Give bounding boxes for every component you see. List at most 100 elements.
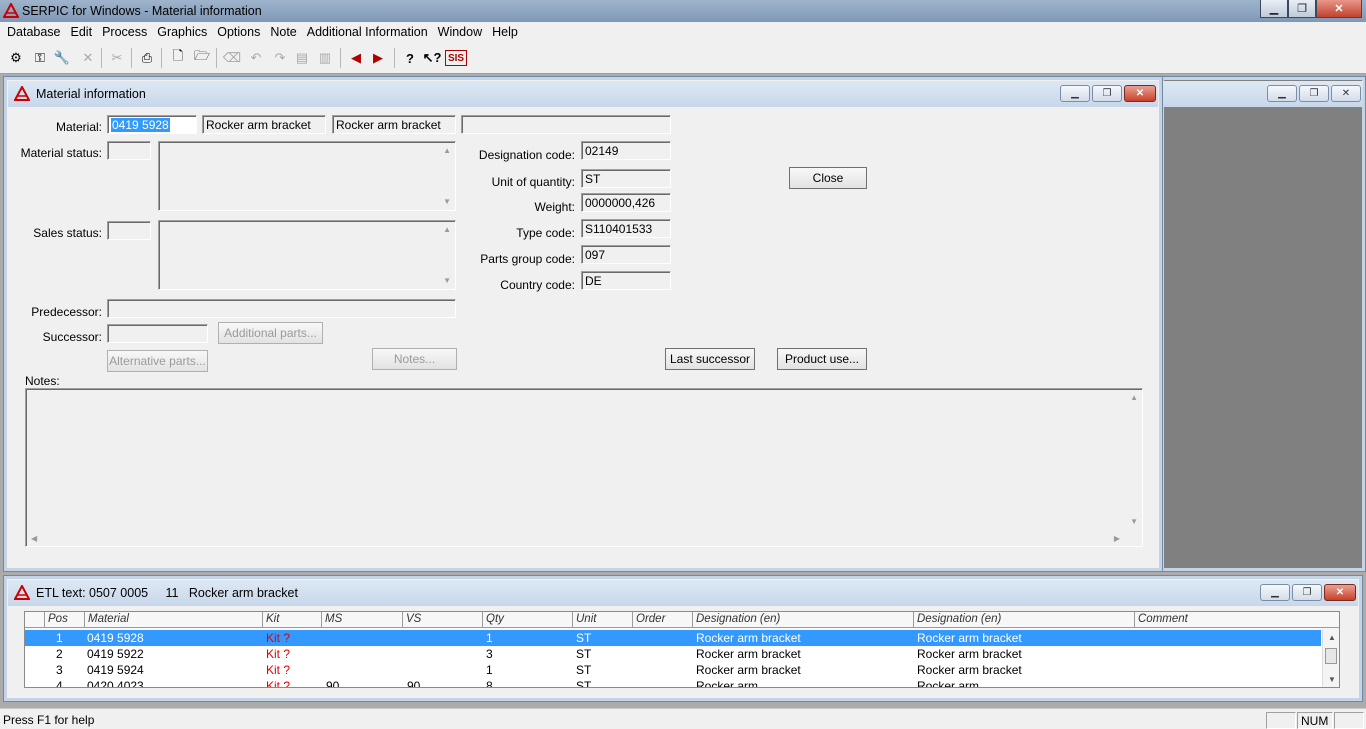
scroll-right-icon[interactable]: ▶ xyxy=(1114,534,1120,543)
close-dialog-button[interactable]: Close xyxy=(789,167,867,189)
close-button[interactable]: ✕ xyxy=(1316,0,1362,18)
material-input[interactable]: 0419 5928 xyxy=(107,115,197,134)
column-header-kit[interactable]: Kit xyxy=(263,612,322,628)
menu-graphics[interactable]: Graphics xyxy=(152,22,212,42)
material-window-controls: ▁ ❐ ✕ xyxy=(1060,85,1156,102)
designation-code-label: Designation code: xyxy=(478,148,575,162)
maximize-button[interactable]: ❐ xyxy=(1288,0,1316,18)
menu-edit[interactable]: Edit xyxy=(66,22,98,42)
last-successor-button[interactable]: Last successor xyxy=(665,348,755,370)
column-header-order[interactable]: Order xyxy=(633,612,693,628)
cell-unit: ST xyxy=(576,663,592,677)
column-header-ms[interactable]: MS xyxy=(322,612,403,628)
menu-bar: Database Edit Process Graphics Options N… xyxy=(0,22,1366,42)
status-message: Press F1 for help xyxy=(3,713,95,727)
column-header-designation-1[interactable]: Designation (en) xyxy=(693,612,914,628)
column-header-vs[interactable]: VS xyxy=(403,612,483,628)
scroll-up-icon[interactable]: ▲ xyxy=(443,146,451,155)
sis-icon[interactable]: SIS xyxy=(445,50,467,66)
weight-label: Weight: xyxy=(534,200,575,214)
menu-note[interactable]: Note xyxy=(265,22,301,42)
redo-icon[interactable]: ↷ xyxy=(270,48,290,68)
help-icon[interactable]: ? xyxy=(400,48,420,68)
cell-qty: 8 xyxy=(486,679,493,688)
print-icon[interactable]: ⎙ xyxy=(137,48,157,68)
scroll-left-icon[interactable]: ◀ xyxy=(31,534,37,543)
close-button[interactable]: ✕ xyxy=(1124,85,1156,102)
notes-button[interactable]: Notes... xyxy=(372,348,457,370)
material-status-label: Material status: xyxy=(20,146,102,160)
cell-qty: 3 xyxy=(486,647,493,661)
delete-icon[interactable]: ✕ xyxy=(78,48,98,68)
menu-additional-information[interactable]: Additional Information xyxy=(302,22,433,42)
menu-process[interactable]: Process xyxy=(97,22,152,42)
scroll-up-icon[interactable]: ▲ xyxy=(1328,633,1336,642)
menu-help[interactable]: Help xyxy=(487,22,523,42)
undo-icon[interactable]: ↶ xyxy=(246,48,266,68)
successor-field xyxy=(107,324,208,343)
cell-designation-1: Rocker arm xyxy=(696,679,759,688)
wrench-icon[interactable]: 🔧 xyxy=(52,48,72,68)
column-header-pos[interactable]: Pos xyxy=(45,612,85,628)
table-row[interactable]: 3 0419 5924 Kit ? 1 ST Rocker arm bracke… xyxy=(25,662,1321,678)
maximize-button[interactable]: ❐ xyxy=(1092,85,1122,102)
column-header-designation-2[interactable]: Designation (en) xyxy=(914,612,1135,628)
scroll-down-icon[interactable]: ▼ xyxy=(443,197,451,206)
menu-window[interactable]: Window xyxy=(433,22,487,42)
additional-parts-button[interactable]: Additional parts... xyxy=(218,322,323,344)
product-use-button[interactable]: Product use... xyxy=(777,348,867,370)
material-status-code-field xyxy=(107,141,151,160)
column-header-qty[interactable]: Qty xyxy=(483,612,573,628)
successor-label: Successor: xyxy=(42,330,102,344)
etl-table: Pos Material Kit MS VS Qty Unit Order De… xyxy=(24,611,1340,688)
arrow-left-icon[interactable]: ◀ xyxy=(346,48,366,68)
scroll-down-icon[interactable]: ▼ xyxy=(443,276,451,285)
cell-material: 0419 5922 xyxy=(87,647,144,661)
arrow-right-icon[interactable]: ▶ xyxy=(368,48,388,68)
table-row[interactable]: 4 0420 4023 Kit ? 90 90 8 ST Rocker arm … xyxy=(25,678,1321,688)
notes-text[interactable]: ▲ ▼ ◀ ▶ xyxy=(25,388,1143,547)
cell-pos: 2 xyxy=(56,647,63,661)
material-status-text[interactable]: ▲ ▼ xyxy=(158,141,456,211)
scroll-down-icon[interactable]: ▼ xyxy=(1328,675,1336,684)
background-window-controls: ▁ ❐ ✕ xyxy=(1267,85,1361,102)
view-list-icon[interactable]: ▤ xyxy=(292,48,312,68)
column-header-material[interactable]: Material xyxy=(85,612,263,628)
serpic-logo-icon xyxy=(3,3,19,18)
eraser-icon[interactable]: ⌫ xyxy=(222,48,242,68)
cell-designation-1: Rocker arm bracket xyxy=(696,663,801,677)
unit-of-quantity-field: ST xyxy=(581,169,671,188)
key-icon[interactable]: ⚿ xyxy=(30,48,50,68)
open-folder-icon[interactable]: 🗁 xyxy=(192,48,212,68)
cell-kit: Kit ? xyxy=(266,647,291,661)
minimize-button[interactable]: ▁ xyxy=(1260,584,1290,601)
minimize-button[interactable]: ▁ xyxy=(1060,85,1090,102)
menu-options[interactable]: Options xyxy=(212,22,265,42)
scroll-up-icon[interactable]: ▲ xyxy=(1130,393,1138,402)
close-button[interactable]: ✕ xyxy=(1331,85,1361,102)
alternative-parts-button[interactable]: Alternative parts... xyxy=(107,350,208,372)
scrollbar-thumb[interactable] xyxy=(1325,648,1337,664)
view-columns-icon[interactable]: ▥ xyxy=(315,48,335,68)
maximize-button[interactable]: ❐ xyxy=(1299,85,1329,102)
maximize-button[interactable]: ❐ xyxy=(1292,584,1322,601)
minimize-button[interactable]: ▁ xyxy=(1260,0,1288,18)
vehicle-icon[interactable]: ⚙ xyxy=(6,48,26,68)
column-header-comment[interactable]: Comment xyxy=(1135,612,1339,628)
cut-icon[interactable]: ✂ xyxy=(107,48,127,68)
table-row[interactable]: 1 0419 5928 Kit ? 1 ST Rocker arm bracke… xyxy=(25,630,1321,646)
scroll-down-icon[interactable]: ▼ xyxy=(1130,517,1138,526)
material-value: 0419 5928 xyxy=(111,118,170,132)
cell-material: 0420 4023 xyxy=(87,679,144,688)
scroll-up-icon[interactable]: ▲ xyxy=(443,225,451,234)
new-document-icon[interactable]: 🗋 xyxy=(168,48,188,68)
menu-database[interactable]: Database xyxy=(2,22,66,42)
sales-status-text[interactable]: ▲ ▼ xyxy=(158,220,456,290)
table-row[interactable]: 2 0419 5922 Kit ? 3 ST Rocker arm bracke… xyxy=(25,646,1321,662)
sales-status-code-field xyxy=(107,221,151,240)
context-help-icon[interactable]: ↖? xyxy=(422,48,442,68)
table-scrollbar[interactable]: ▲ ▼ xyxy=(1322,629,1339,687)
close-button[interactable]: ✕ xyxy=(1324,584,1356,601)
minimize-button[interactable]: ▁ xyxy=(1267,85,1297,102)
column-header-unit[interactable]: Unit xyxy=(573,612,633,628)
